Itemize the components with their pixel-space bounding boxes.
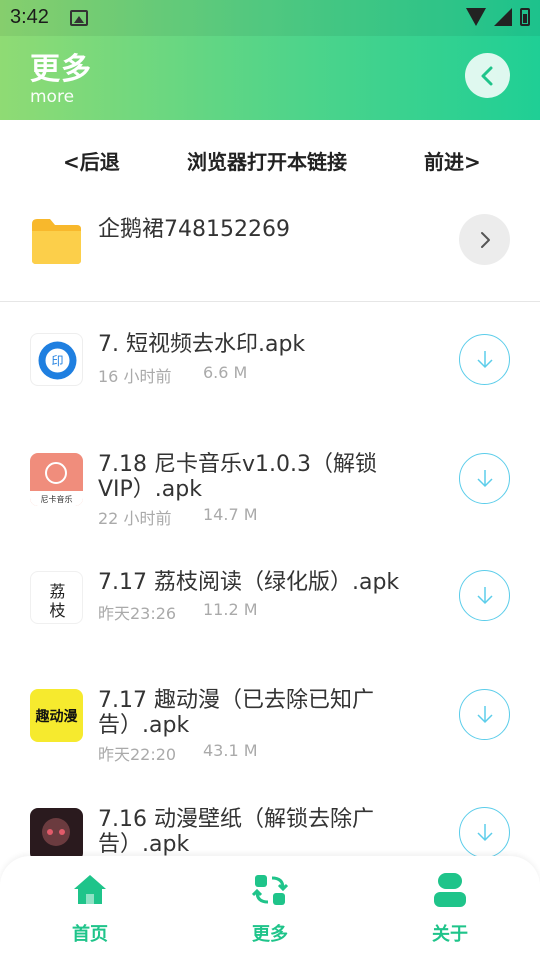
file-size: 11.2 M: [203, 600, 258, 619]
browser-nav-bar: <后退 浏览器打开本链接 前进>: [0, 120, 540, 200]
chevron-right-icon: [480, 231, 490, 248]
svg-text:印: 印: [51, 354, 63, 368]
qudongman-icon-text: 趣动漫: [35, 708, 79, 725]
file-size: 14.7 M: [203, 505, 258, 524]
file-name: 7.17 荔枝阅读（绿化版）.apk: [98, 570, 400, 595]
list-item[interactable]: 荔 枝 7.17 荔枝阅读（绿化版）.apk 昨天23:26 11.2 M: [0, 568, 540, 663]
download-arrow-icon: [476, 469, 493, 487]
open-in-browser-link[interactable]: 浏览器打开本链接: [187, 146, 347, 175]
file-name: 7.16 动漫壁纸（解锁去除广告）.apk: [98, 807, 374, 857]
list-item[interactable]: 趣动漫 7.17 趣动漫（已去除已知广告）.apk 昨天22:20 43.1 M: [0, 686, 540, 786]
download-button[interactable]: [459, 453, 510, 504]
wifi-icon: [466, 8, 486, 26]
swap-icon: [252, 875, 288, 905]
lizhi-reader-icon: 荔 枝: [30, 571, 83, 624]
svg-text:荔: 荔: [49, 582, 65, 601]
download-arrow-icon: [476, 705, 493, 723]
chevron-left-icon: [481, 66, 492, 85]
download-arrow-icon: [476, 350, 493, 368]
back-button[interactable]: [465, 53, 510, 98]
status-icons: [466, 8, 530, 26]
tab-more[interactable]: 更多: [220, 872, 320, 946]
battery-icon: [520, 8, 530, 26]
status-bar: 3:42: [0, 0, 540, 36]
gallery-notification-icon: [70, 10, 88, 26]
user-icon: [434, 873, 466, 907]
file-time: 22 小时前: [98, 509, 172, 528]
nika-music-icon: 尼卡音乐: [30, 453, 83, 506]
nav-back-link[interactable]: <后退: [63, 146, 120, 175]
tab-home[interactable]: 首页: [40, 872, 140, 946]
watermark-app-icon: 印: [30, 333, 83, 386]
file-name: 7.17 趣动漫（已去除已知广告）.apk: [98, 688, 374, 738]
folder-icon: [32, 219, 81, 264]
svg-text:枝: 枝: [49, 601, 65, 620]
download-button[interactable]: [459, 334, 510, 385]
nav-forward-link[interactable]: 前进>: [424, 146, 481, 175]
status-time: 3:42: [10, 6, 49, 28]
list-item[interactable]: 尼卡音乐 7.18 尼卡音乐v1.0.3（解锁VIP）.apk 22 小时前 1…: [0, 450, 540, 550]
tab-about-label: 关于: [432, 924, 468, 945]
page-title: 更多: [30, 52, 92, 87]
bottom-tab-bar: 首页 更多 关于: [0, 856, 540, 960]
file-name: 7. 短视频去水印.apk: [98, 332, 306, 357]
tab-about[interactable]: 关于: [400, 872, 500, 946]
qudongman-icon: 趣动漫: [30, 689, 83, 742]
folder-row[interactable]: 企鹅裙748152269: [0, 200, 540, 302]
folder-name: 企鹅裙748152269: [98, 217, 290, 242]
home-icon: [74, 875, 106, 904]
download-button[interactable]: [459, 689, 510, 740]
download-button[interactable]: [459, 570, 510, 621]
download-arrow-icon: [476, 586, 493, 604]
header: 3:42 更多 more: [0, 0, 540, 120]
file-time: 16 小时前: [98, 367, 172, 386]
download-arrow-icon: [476, 823, 493, 841]
file-time: 昨天23:26: [98, 604, 177, 623]
tab-more-label: 更多: [252, 924, 288, 945]
tab-home-label: 首页: [72, 924, 108, 945]
anime-wallpaper-icon: [30, 808, 83, 861]
file-time: 昨天22:20: [98, 745, 177, 764]
list-item[interactable]: 印 7. 短视频去水印.apk 16 小时前 6.6 M: [0, 330, 540, 425]
nika-music-icon-text: 尼卡音乐: [41, 494, 73, 504]
download-button[interactable]: [459, 807, 510, 858]
file-size: 6.6 M: [203, 363, 248, 382]
file-size: 43.1 M: [203, 741, 258, 760]
open-folder-button[interactable]: [459, 214, 510, 265]
file-name: 7.18 尼卡音乐v1.0.3（解锁VIP）.apk: [98, 452, 377, 502]
page-subtitle: more: [30, 87, 75, 107]
signal-icon: [494, 8, 512, 26]
